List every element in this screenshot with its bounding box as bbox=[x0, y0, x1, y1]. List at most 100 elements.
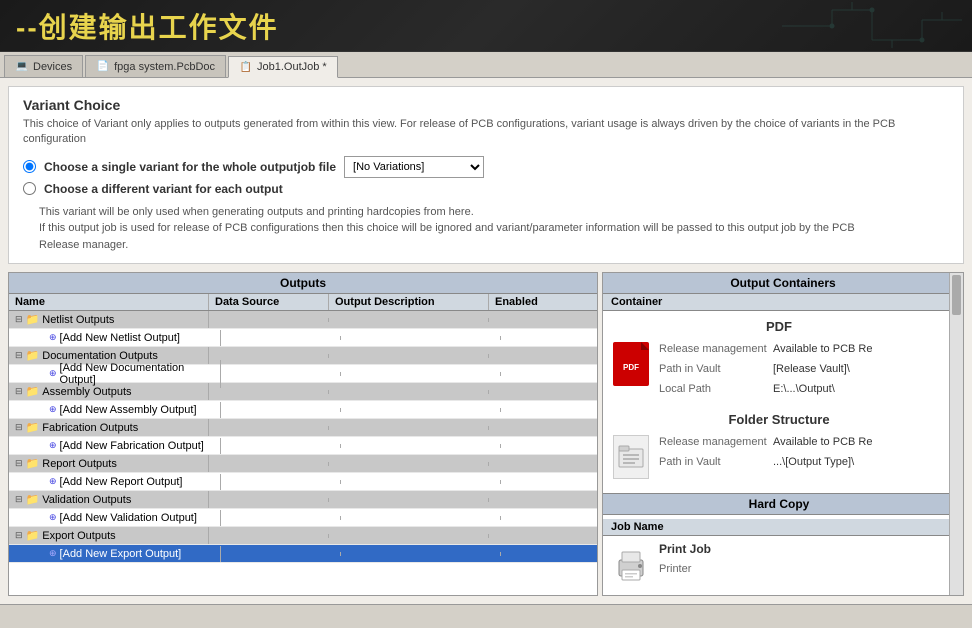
collapse-icon: ⊟ bbox=[15, 530, 23, 541]
collapse-icon: ⊟ bbox=[15, 314, 23, 325]
scrollbar-thumb[interactable] bbox=[952, 275, 961, 315]
outjob-icon: 📋 bbox=[239, 60, 253, 74]
add-icon: ⊕ bbox=[49, 512, 57, 523]
col-source-header: Data Source bbox=[209, 294, 329, 310]
pcbdoc-icon: 📄 bbox=[96, 60, 110, 74]
add-icon: ⊕ bbox=[49, 404, 57, 415]
folder-release-row: Release management Available to PCB Re bbox=[659, 433, 947, 451]
folder-icon: 📁 bbox=[26, 385, 40, 398]
container-folder-item: Release management Available to PCB Re P… bbox=[611, 433, 947, 481]
outputs-panel: Outputs Name Data Source Output Descript… bbox=[8, 272, 598, 596]
pdf-vault-row: Path in Vault [Release Vault]\ bbox=[659, 360, 947, 378]
split-panels: Outputs Name Data Source Output Descript… bbox=[8, 272, 964, 596]
printer-icon-box[interactable] bbox=[611, 542, 651, 590]
tab-pcbdoc[interactable]: 📄 fpga system.PcbDoc bbox=[85, 55, 226, 77]
variant-option1-label: Choose a single variant for the whole ou… bbox=[44, 160, 336, 174]
collapse-icon: ⊟ bbox=[15, 494, 23, 505]
pdf-icon-box[interactable]: PDF bbox=[611, 340, 651, 388]
add-icon: ⊕ bbox=[49, 548, 57, 559]
hard-copy-col-header: Job Name bbox=[603, 519, 955, 536]
print-job-title: Print Job bbox=[659, 542, 947, 556]
pdf-section-title: PDF bbox=[611, 319, 947, 334]
containers-panel: Output Containers Container PDF PDF bbox=[602, 272, 964, 596]
folder-icon: 📁 bbox=[26, 457, 40, 470]
container-pdf-item: PDF Release management Available to PCB … bbox=[611, 340, 947, 400]
group-assembly[interactable]: ⊟ 📁 Assembly Outputs bbox=[9, 383, 597, 401]
containers-list: PDF PDF Release management Available to … bbox=[603, 311, 963, 595]
group-validation[interactable]: ⊟ 📁 Validation Outputs bbox=[9, 491, 597, 509]
hard-copy-divider: Hard Copy bbox=[603, 493, 955, 515]
banner-title: --创建输出工作文件 bbox=[16, 6, 279, 46]
scrollbar-track[interactable] bbox=[949, 273, 963, 595]
variant-dropdown[interactable]: [No Variations] bbox=[344, 156, 484, 178]
devices-icon: 💻 bbox=[15, 60, 29, 74]
tab-outjob-label: Job1.OutJob * bbox=[257, 61, 327, 73]
variant-option1-radio[interactable] bbox=[23, 160, 36, 173]
add-icon: ⊕ bbox=[49, 440, 57, 451]
print-job-props: Print Job Printer bbox=[659, 542, 947, 590]
hard-copy-title: Hard Copy bbox=[749, 497, 810, 511]
printer-icon bbox=[613, 548, 649, 584]
group-export[interactable]: ⊟ 📁 Export Outputs bbox=[9, 527, 597, 545]
printer-row: Printer bbox=[659, 560, 947, 578]
folder-struct-icon bbox=[613, 435, 649, 479]
variant-choice-section: Variant Choice This choice of Variant on… bbox=[8, 86, 964, 264]
container-pdf-section: PDF PDF Release management Available to … bbox=[611, 319, 947, 400]
folder-icon: 📁 bbox=[26, 313, 40, 326]
add-documentation-output[interactable]: ⊕ [Add New Documentation Output] bbox=[9, 365, 597, 383]
add-validation-label: ⊕ [Add New Validation Output] bbox=[21, 510, 221, 526]
add-fabrication-output[interactable]: ⊕ [Add New Fabrication Output] bbox=[9, 437, 597, 455]
group-report-name: ⊟ 📁 Report Outputs bbox=[9, 455, 209, 472]
collapse-icon: ⊟ bbox=[15, 422, 23, 433]
top-banner: --创建输出工作文件 bbox=[0, 0, 972, 52]
pdf-props: Release management Available to PCB Re P… bbox=[659, 340, 947, 400]
add-assembly-output[interactable]: ⊕ [Add New Assembly Output] bbox=[9, 401, 597, 419]
tab-devices[interactable]: 💻 Devices bbox=[4, 55, 83, 77]
variant-title: Variant Choice bbox=[23, 97, 949, 113]
outputs-panel-header: Outputs bbox=[9, 273, 597, 294]
tab-bar: 💻 Devices 📄 fpga system.PcbDoc 📋 Job1.Ou… bbox=[0, 52, 972, 78]
variant-note-line2: If this output job is used for release o… bbox=[39, 220, 949, 237]
col-desc-header: Output Description bbox=[329, 294, 489, 310]
outputs-list: ⊟ 📁 Netlist Outputs ⊕ [Add New Netlist O… bbox=[9, 311, 597, 595]
group-report[interactable]: ⊟ 📁 Report Outputs bbox=[9, 455, 597, 473]
col-enabled-header: Enabled bbox=[489, 294, 597, 310]
containers-panel-header: Output Containers bbox=[603, 273, 963, 294]
group-export-name: ⊟ 📁 Export Outputs bbox=[9, 527, 209, 544]
add-icon: ⊕ bbox=[49, 332, 57, 343]
folder-icon: 📁 bbox=[26, 493, 40, 506]
add-netlist-output[interactable]: ⊕ [Add New Netlist Output] bbox=[9, 329, 597, 347]
add-export-label: ⊕ [Add New Export Output] bbox=[21, 546, 221, 562]
add-icon: ⊕ bbox=[49, 368, 57, 379]
folder-props: Release management Available to PCB Re P… bbox=[659, 433, 947, 481]
add-report-output[interactable]: ⊕ [Add New Report Output] bbox=[9, 473, 597, 491]
variant-note: This variant will be only used when gene… bbox=[23, 204, 949, 254]
folder-vault-row: Path in Vault ...\[Output Type]\ bbox=[659, 453, 947, 471]
tab-pcbdoc-label: fpga system.PcbDoc bbox=[114, 61, 215, 73]
variant-option2-label: Choose a different variant for each outp… bbox=[44, 182, 283, 196]
col-name-header: Name bbox=[9, 294, 209, 310]
group-assembly-name: ⊟ 📁 Assembly Outputs bbox=[9, 383, 209, 400]
pdf-release-row: Release management Available to PCB Re bbox=[659, 340, 947, 358]
group-fabrication[interactable]: ⊟ 📁 Fabrication Outputs bbox=[9, 419, 597, 437]
folder-section-title: Folder Structure bbox=[611, 412, 947, 427]
variant-option2-radio[interactable] bbox=[23, 182, 36, 195]
group-fabrication-name: ⊟ 📁 Fabrication Outputs bbox=[9, 419, 209, 436]
add-export-output[interactable]: ⊕ [Add New Export Output] bbox=[9, 545, 597, 563]
container-folder-section: Folder Structure bbox=[611, 412, 947, 481]
add-validation-output[interactable]: ⊕ [Add New Validation Output] bbox=[9, 509, 597, 527]
tab-outjob[interactable]: 📋 Job1.OutJob * bbox=[228, 56, 338, 78]
variant-note-line1: This variant will be only used when gene… bbox=[39, 204, 949, 221]
add-netlist-label: ⊕ [Add New Netlist Output] bbox=[21, 330, 221, 346]
add-assembly-label: ⊕ [Add New Assembly Output] bbox=[21, 402, 221, 418]
circuit-decoration bbox=[772, 0, 972, 52]
folder-struct-icon-box[interactable] bbox=[611, 433, 651, 481]
pdf-icon: PDF bbox=[613, 342, 649, 386]
collapse-icon: ⊟ bbox=[15, 458, 23, 469]
print-job-item: Print Job Printer bbox=[611, 542, 947, 590]
group-netlist[interactable]: ⊟ 📁 Netlist Outputs bbox=[9, 311, 597, 329]
status-bar bbox=[0, 604, 972, 628]
tab-devices-label: Devices bbox=[33, 61, 72, 73]
variant-option2-row: Choose a different variant for each outp… bbox=[23, 182, 949, 196]
main-content: Variant Choice This choice of Variant on… bbox=[0, 78, 972, 604]
